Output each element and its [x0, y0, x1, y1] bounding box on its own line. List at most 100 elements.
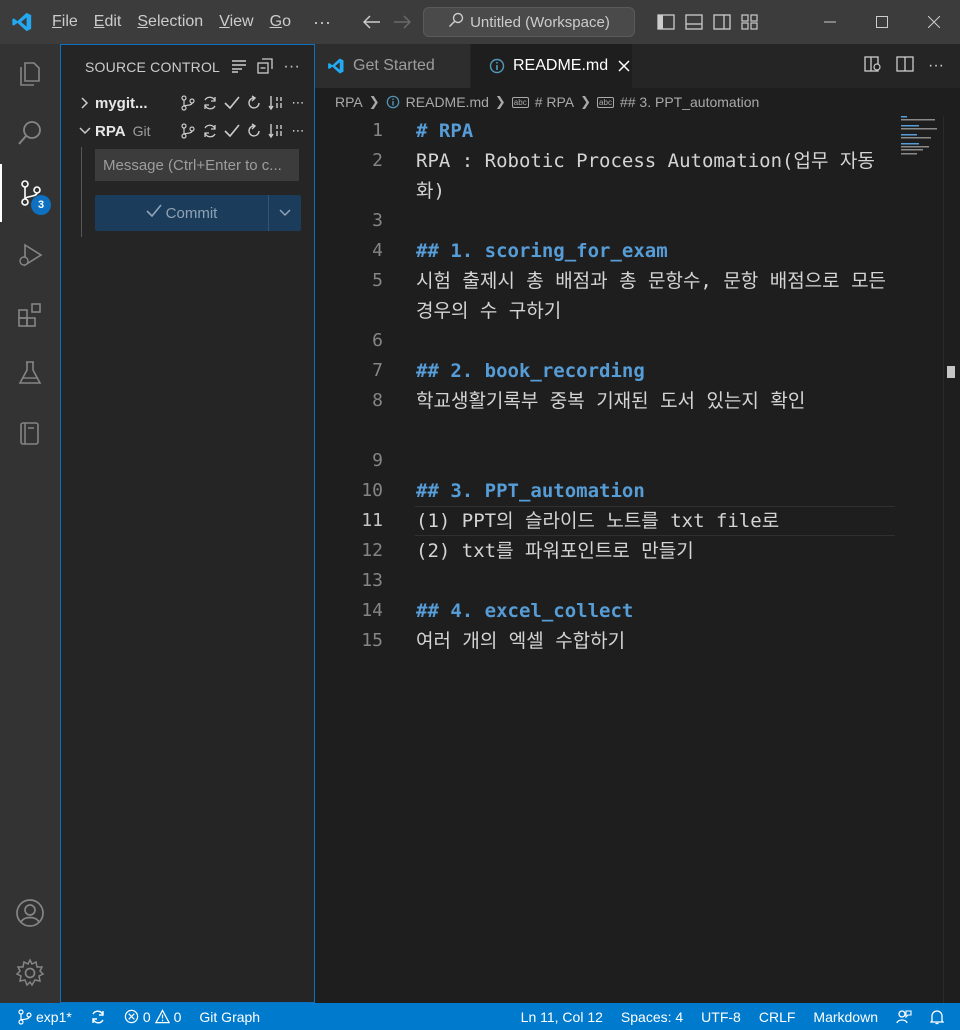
notifications-bell-icon[interactable]: [921, 1003, 960, 1030]
more-actions-icon[interactable]: ···: [283, 58, 300, 76]
code-line[interactable]: 여러 개의 엑셀 수합하기: [416, 626, 896, 656]
chevron-right-icon: ❯: [580, 94, 592, 109]
explorer-icon[interactable]: [0, 44, 60, 102]
commit-check-icon[interactable]: [224, 94, 240, 112]
code-line[interactable]: [416, 566, 896, 596]
forward-arrow-icon[interactable]: [387, 7, 417, 37]
git-graph-button[interactable]: Git Graph: [190, 1003, 269, 1030]
commit-dropdown-icon[interactable]: [269, 195, 301, 231]
end-of-line[interactable]: CRLF: [750, 1003, 805, 1030]
back-arrow-icon[interactable]: [357, 7, 387, 37]
code-editor[interactable]: 1 2 3 4 5 6 7 8 9 10 11 12 13 14 15 # RPA RPA : Robotic…: [315, 116, 960, 1003]
tab-readme[interactable]: README.md: [471, 44, 633, 88]
markdown-heading-line[interactable]: # RPA: [416, 116, 896, 146]
commit-label: Commit: [165, 204, 218, 222]
repo-more-icon[interactable]: ⋯: [290, 94, 306, 112]
tab-get-started[interactable]: Get Started: [315, 44, 471, 88]
sync-icon[interactable]: [202, 122, 218, 140]
refresh-icon[interactable]: [246, 122, 262, 140]
code-line[interactable]: [416, 326, 896, 356]
breadcrumb-file[interactable]: README.md: [386, 94, 489, 110]
line-number: 4: [372, 240, 383, 261]
repo-more-icon[interactable]: ⋯: [290, 122, 306, 140]
breadcrumb-folder[interactable]: RPA: [335, 94, 363, 110]
line-number: 11: [361, 510, 383, 531]
branch-status[interactable]: exp1*: [0, 1003, 81, 1030]
repo-name: mygit...: [95, 94, 148, 112]
vertical-scrollbar[interactable]: [943, 116, 958, 1003]
indentation[interactable]: Spaces: 4: [612, 1003, 692, 1030]
menu-view[interactable]: View: [211, 0, 261, 44]
commit-button-main[interactable]: Commit: [95, 195, 269, 231]
maximize-icon[interactable]: [856, 0, 908, 44]
branch-icon[interactable]: [180, 122, 196, 140]
toggle-secondary-sidebar-icon[interactable]: [711, 11, 733, 33]
toggle-panel-icon[interactable]: [683, 11, 705, 33]
line-number: 7: [372, 360, 383, 381]
code-content[interactable]: # RPA RPA : Robotic Process Automation(업무…: [416, 116, 896, 656]
code-line[interactable]: (1) PPT의 슬라이드 노트를 txt file로: [416, 506, 896, 536]
markdown-heading-line[interactable]: ## 1. scoring_for_exam: [416, 236, 896, 266]
editor-more-icon[interactable]: ···: [928, 57, 944, 75]
remote-explorer-icon[interactable]: [0, 404, 60, 462]
close-window-icon[interactable]: [908, 0, 960, 44]
menu-selection[interactable]: Selection: [129, 0, 211, 44]
repo-name: RPA: [95, 122, 126, 140]
breadcrumb-heading-1[interactable]: abc # RPA: [511, 94, 574, 110]
fetch-icon[interactable]: [268, 122, 284, 140]
code-line[interactable]: [416, 206, 896, 236]
menu-file[interactable]: File: [44, 0, 86, 44]
source-control-icon[interactable]: 3: [0, 164, 60, 222]
problems-status[interactable]: 0 0: [115, 1003, 191, 1030]
repo-row-rpa[interactable]: RPA Git ⋯: [61, 117, 314, 145]
close-tab-icon[interactable]: [618, 60, 630, 72]
run-debug-icon[interactable]: [0, 226, 60, 284]
scm-badge: 3: [31, 195, 51, 215]
view-as-list-icon[interactable]: [231, 59, 247, 76]
chevron-right-icon[interactable]: [75, 97, 95, 109]
testing-icon[interactable]: [0, 344, 60, 402]
branch-icon[interactable]: [180, 94, 196, 112]
vscode-window: File Edit Selection View Go ··· Untitled…: [0, 0, 960, 1030]
markdown-heading-line[interactable]: ## 4. excel_collect: [416, 596, 896, 626]
markdown-heading-line[interactable]: ## 2. book_recording: [416, 356, 896, 386]
code-line[interactable]: 시험 출제시 총 배점과 총 문항수, 문항 배점으로 모든 경우의 수 구하기: [416, 266, 896, 326]
markdown-heading-line[interactable]: ## 3. PPT_automation: [416, 476, 896, 506]
code-line[interactable]: 학교생활기록부 중복 기재된 도서 있는지 확인: [416, 386, 896, 446]
account-icon[interactable]: [0, 884, 60, 942]
encoding[interactable]: UTF-8: [692, 1003, 750, 1030]
open-preview-icon[interactable]: [864, 55, 882, 77]
cursor-position[interactable]: Ln 11, Col 12: [512, 1003, 612, 1030]
code-line[interactable]: (2) txt를 파워포인트로 만들기: [416, 536, 896, 566]
language-mode[interactable]: Markdown: [804, 1003, 887, 1030]
code-line[interactable]: [416, 446, 896, 476]
collapse-all-icon[interactable]: [257, 57, 274, 77]
split-editor-icon[interactable]: [896, 55, 914, 77]
menu-more-button[interactable]: ···: [299, 0, 345, 44]
breadcrumb-heading-2[interactable]: abc ## 3. PPT_automation: [597, 94, 759, 110]
code-line[interactable]: RPA : Robotic Process Automation(업무 자동화): [416, 146, 896, 206]
toggle-primary-sidebar-icon[interactable]: [655, 11, 677, 33]
commit-check-icon[interactable]: [224, 122, 240, 140]
refresh-icon[interactable]: [246, 94, 262, 112]
command-center-search[interactable]: Untitled (Workspace): [422, 7, 635, 37]
settings-gear-icon[interactable]: [0, 944, 60, 1002]
cursor-position-marker: [947, 366, 955, 378]
sync-icon[interactable]: [202, 94, 218, 112]
minimap[interactable]: [901, 116, 941, 176]
menu-go[interactable]: Go: [262, 0, 299, 44]
repo-row-mygit[interactable]: mygit... ⋯: [61, 89, 314, 117]
search-icon[interactable]: [0, 104, 60, 162]
feedback-icon[interactable]: [887, 1003, 921, 1030]
fetch-icon[interactable]: [268, 94, 284, 112]
customize-layout-icon[interactable]: [739, 11, 761, 33]
editor-tab-bar: Get Started README.md ···: [315, 44, 960, 88]
minimize-icon[interactable]: [804, 0, 856, 44]
commit-button[interactable]: Commit: [95, 195, 301, 231]
extensions-icon[interactable]: [0, 286, 60, 344]
line-number: 10: [361, 480, 383, 501]
commit-message-input[interactable]: [95, 149, 299, 181]
sync-status[interactable]: [81, 1003, 115, 1030]
chevron-down-icon[interactable]: [75, 127, 95, 135]
menu-edit[interactable]: Edit: [86, 0, 130, 44]
